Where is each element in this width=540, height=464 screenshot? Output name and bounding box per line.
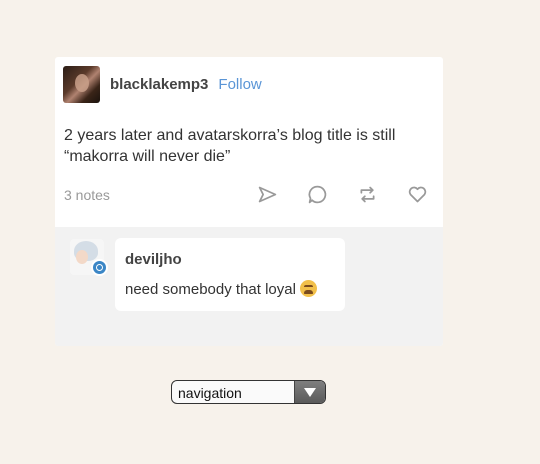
follow-button[interactable]: Follow xyxy=(218,76,261,93)
navigation-select-value: navigation xyxy=(178,385,242,401)
reply-avatar[interactable] xyxy=(70,239,108,276)
navigation-select[interactable]: navigation xyxy=(171,380,326,404)
reply-username[interactable]: deviljho xyxy=(125,251,182,268)
post-card: blacklakemp3 Follow 2 years later and av… xyxy=(55,57,443,346)
reply-icon[interactable] xyxy=(305,182,329,206)
reply-bubble: deviljho need somebody that loyal xyxy=(115,238,345,311)
post-username[interactable]: blacklakemp3 xyxy=(110,76,208,93)
avatar[interactable] xyxy=(63,65,100,103)
post-actions xyxy=(229,182,429,206)
share-icon[interactable] xyxy=(255,182,279,206)
replies-section: deviljho need somebody that loyal xyxy=(55,227,443,346)
post-body: 2 years later and avatarskorra’s blog ti… xyxy=(64,127,396,165)
reply-text-content: need somebody that loyal xyxy=(125,281,296,298)
reblog-icon[interactable] xyxy=(355,182,379,206)
weary-face-icon xyxy=(299,280,317,297)
post-header: blacklakemp3 Follow xyxy=(63,65,262,103)
like-icon[interactable] xyxy=(405,182,429,206)
notes-count[interactable]: 3 notes xyxy=(64,187,110,203)
badge-icon xyxy=(91,259,108,276)
chevron-down-icon[interactable] xyxy=(294,381,325,403)
reply-text: need somebody that loyal xyxy=(125,280,317,298)
